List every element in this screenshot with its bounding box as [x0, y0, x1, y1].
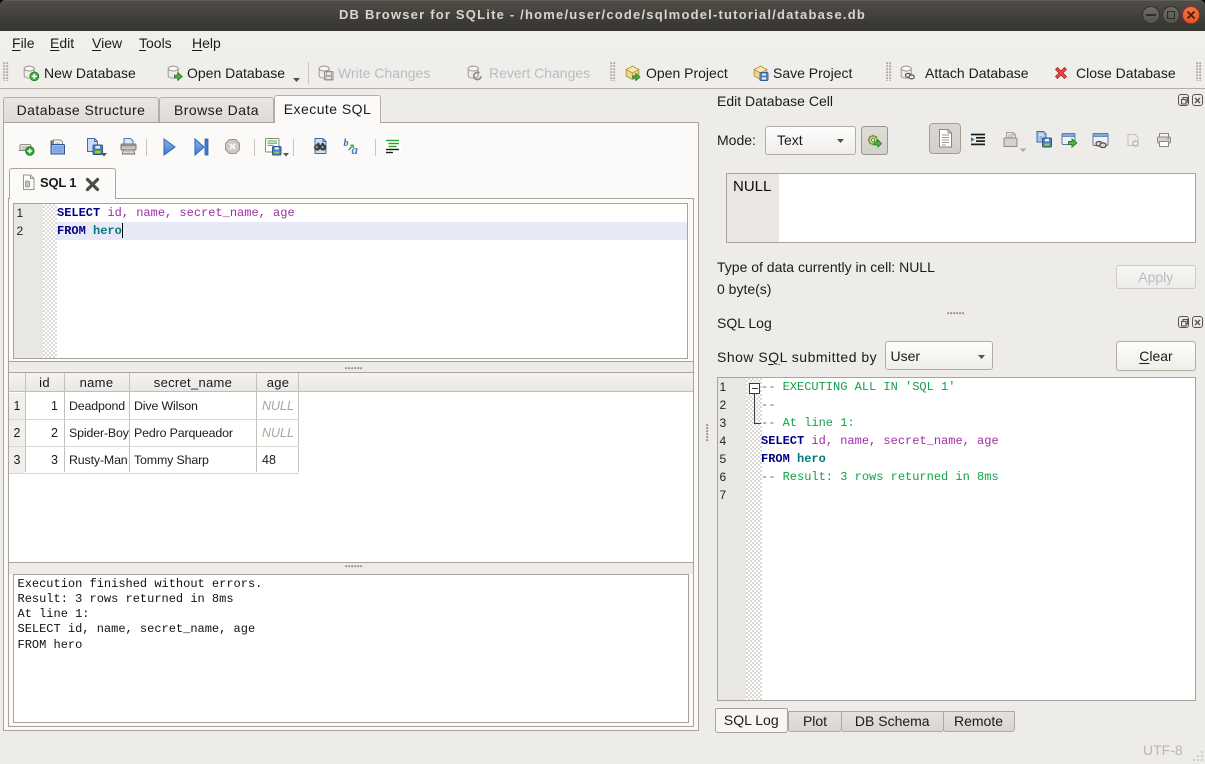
svg-text:a: a — [352, 142, 359, 156]
svg-text:b: b — [344, 138, 349, 149]
